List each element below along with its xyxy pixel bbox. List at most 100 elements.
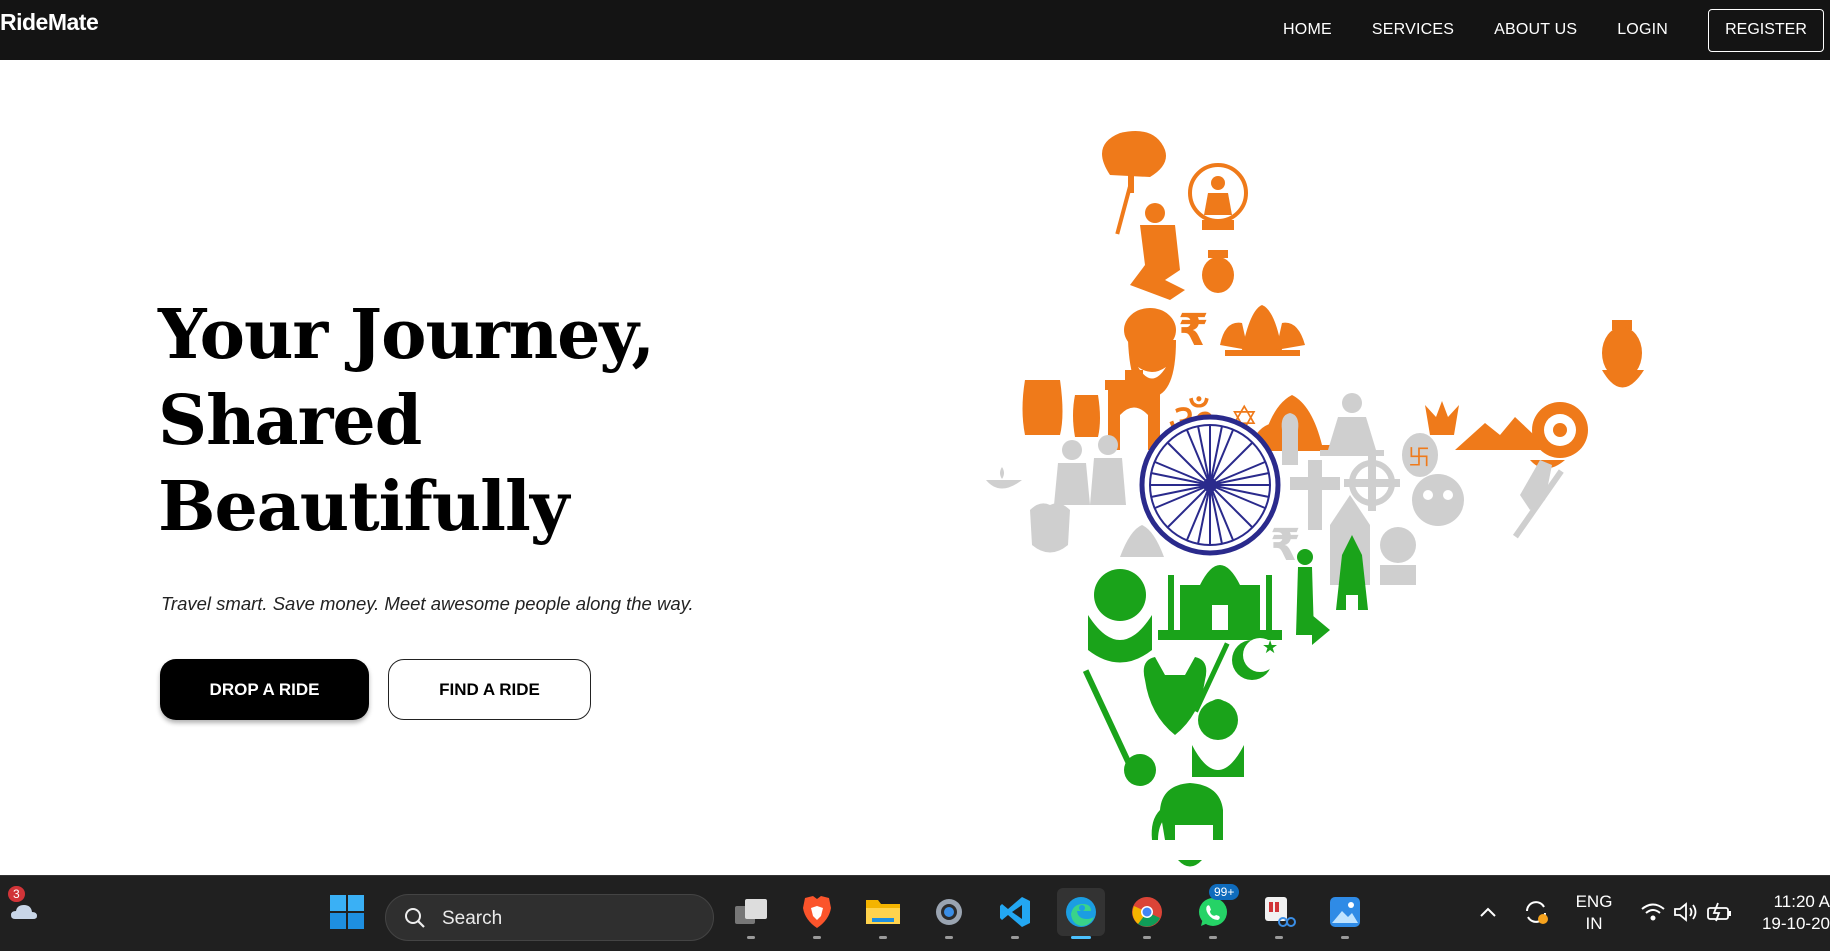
chevron-up-icon bbox=[1480, 907, 1496, 917]
horse-icon bbox=[1512, 460, 1564, 539]
nav-services-link[interactable]: SERVICES bbox=[1372, 21, 1454, 39]
brave-app[interactable] bbox=[793, 888, 841, 939]
nataraja-icon bbox=[1188, 163, 1248, 230]
file-explorer-icon bbox=[866, 900, 900, 924]
photos-app[interactable] bbox=[1321, 888, 1369, 939]
muslim-man-icon bbox=[1192, 699, 1244, 777]
whatsapp-app[interactable]: 99+ bbox=[1189, 884, 1240, 939]
vscode-app[interactable] bbox=[991, 888, 1039, 939]
running-indicator bbox=[1011, 936, 1019, 939]
snipping-tool-icon bbox=[1265, 897, 1296, 927]
bull-icon bbox=[1143, 657, 1207, 735]
running-indicator bbox=[945, 936, 953, 939]
tribal-man-icon bbox=[1602, 320, 1644, 388]
svg-text:卐: 卐 bbox=[1408, 446, 1430, 471]
task-view-button[interactable] bbox=[727, 888, 775, 939]
running-indicator bbox=[1143, 936, 1151, 939]
hero-title: Your Journey, Shared Beautifully bbox=[158, 292, 655, 550]
sync-icon bbox=[1526, 901, 1548, 924]
settings-icon bbox=[936, 899, 962, 925]
nav-home-link[interactable]: HOME bbox=[1283, 21, 1332, 39]
whatsapp-badge: 99+ bbox=[1209, 884, 1240, 900]
register-button[interactable]: REGISTER bbox=[1708, 8, 1824, 52]
windows-taskbar: 3 Search 99+ ENG IN 11:20 A 19-10-20 bbox=[0, 875, 1830, 951]
hand-icon bbox=[1281, 413, 1299, 465]
photos-icon bbox=[1330, 897, 1360, 927]
sync-status-button[interactable] bbox=[1512, 888, 1560, 936]
running-indicator bbox=[1209, 936, 1217, 939]
drop-a-ride-button[interactable]: DROP A RIDE bbox=[160, 659, 369, 720]
puppets-icon bbox=[1054, 435, 1126, 505]
sun-wheel-icon bbox=[1532, 402, 1588, 458]
ashoka-chakra-icon bbox=[1139, 414, 1281, 556]
woman-icon bbox=[1088, 569, 1152, 663]
rupee-icon: ₹ bbox=[1178, 305, 1209, 356]
sitar-icon bbox=[1082, 669, 1156, 786]
running-indicator bbox=[1341, 936, 1349, 939]
show-hidden-icons-button[interactable] bbox=[1464, 888, 1512, 936]
language-indicator[interactable]: ENG IN bbox=[1566, 891, 1622, 935]
brave-icon bbox=[803, 896, 831, 928]
swastika-vase-icon: 卐 bbox=[1402, 433, 1438, 477]
clock-time: 11:20 A bbox=[1773, 892, 1830, 911]
yoga-pose-icon bbox=[1296, 549, 1330, 645]
clock[interactable]: 11:20 A 19-10-20 bbox=[1752, 891, 1830, 935]
battery-charging-icon bbox=[1707, 902, 1731, 922]
nav-login-link[interactable]: LOGIN bbox=[1617, 21, 1668, 39]
region-code: IN bbox=[1585, 914, 1603, 933]
pot-icon bbox=[1202, 250, 1234, 293]
diya-bottom-icon bbox=[1178, 860, 1202, 867]
network-volume-battery-tray[interactable] bbox=[1632, 888, 1742, 936]
lotus-icon bbox=[1220, 305, 1305, 356]
face-icon bbox=[1380, 527, 1416, 585]
green-icons: ★ bbox=[1082, 535, 1368, 867]
volume-icon bbox=[1674, 902, 1697, 922]
edge-app[interactable] bbox=[1057, 888, 1105, 939]
svg-text:★: ★ bbox=[1262, 637, 1278, 658]
top-navbar: RideMate HOME SERVICES ABOUT US LOGIN RE… bbox=[0, 0, 1830, 60]
chrome-icon bbox=[1132, 897, 1162, 927]
clock-date: 19-10-20 bbox=[1761, 914, 1830, 933]
search-icon bbox=[405, 908, 425, 928]
running-indicator bbox=[1275, 936, 1283, 939]
elephant-icon bbox=[1151, 783, 1223, 840]
hero-title-line-3: Beautifully bbox=[158, 467, 569, 547]
settings-app[interactable] bbox=[925, 888, 973, 939]
snipping-tool-app[interactable] bbox=[1255, 888, 1303, 939]
taj-mahal-icon bbox=[1158, 565, 1282, 640]
rupee-grey-icon: ₹ bbox=[1270, 520, 1301, 571]
weather-widget[interactable]: 3 bbox=[0, 886, 48, 936]
edge-icon bbox=[1066, 897, 1096, 927]
chrome-app[interactable] bbox=[1123, 888, 1171, 939]
taskbar-search-box[interactable]: Search bbox=[385, 894, 714, 941]
lamp-icon bbox=[986, 467, 1022, 489]
search-placeholder: Search bbox=[442, 908, 503, 929]
vscode-icon bbox=[1000, 897, 1030, 927]
hero-title-line-2: Shared bbox=[158, 381, 422, 461]
task-view-icon bbox=[735, 899, 767, 924]
hero-subtitle: Travel smart. Save money. Meet awesome p… bbox=[161, 593, 694, 614]
mask-icon bbox=[1030, 503, 1070, 553]
saffron-icons: ₹ ॐ ✡ bbox=[1022, 131, 1644, 469]
india-culture-map-illustration: ₹ ॐ ✡ bbox=[986, 131, 1644, 867]
hero-title-line-1: Your Journey, bbox=[158, 295, 655, 375]
weather-badge: 3 bbox=[8, 886, 25, 902]
find-a-ride-button[interactable]: FIND A RIDE bbox=[388, 659, 591, 720]
running-indicator bbox=[813, 936, 821, 939]
drums-icon bbox=[1022, 380, 1100, 437]
running-indicator bbox=[747, 936, 755, 939]
start-button[interactable] bbox=[323, 888, 371, 936]
meditation-icon bbox=[1320, 393, 1384, 456]
nav-about-link[interactable]: ABOUT US bbox=[1494, 21, 1577, 39]
file-explorer-app[interactable] bbox=[859, 888, 907, 939]
crown-icon bbox=[1425, 401, 1459, 435]
nav-links: HOME SERVICES ABOUT US LOGIN REGISTER bbox=[1283, 0, 1830, 60]
start-icon bbox=[330, 895, 364, 929]
language-code: ENG bbox=[1575, 892, 1613, 911]
running-indicator bbox=[1071, 936, 1091, 939]
brand-logo[interactable]: RideMate bbox=[0, 9, 99, 36]
running-indicator bbox=[879, 936, 887, 939]
tiger-face-icon bbox=[1412, 474, 1464, 526]
dancer-icon bbox=[1130, 203, 1185, 300]
wifi-icon bbox=[1641, 903, 1665, 921]
